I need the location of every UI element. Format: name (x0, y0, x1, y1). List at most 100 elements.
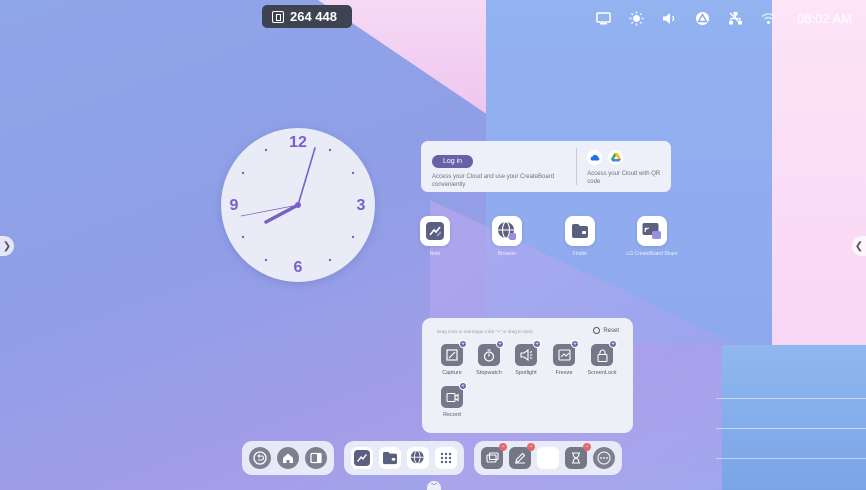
tool-capture[interactable]: + Capture (432, 340, 472, 376)
app-browser[interactable]: Browser (472, 216, 542, 257)
background-shape (722, 345, 866, 490)
browser-icon (410, 450, 424, 465)
add-to-dock-icon[interactable]: + (459, 340, 467, 348)
analog-clock-widget[interactable]: 12 3 6 9 (221, 128, 375, 282)
record-icon: + (441, 382, 467, 408)
clock-numeral-6: 6 (294, 259, 303, 276)
chevron-right-icon: ❯ (2, 240, 12, 252)
right-panel-handle[interactable]: ❮ (852, 236, 866, 256)
lock-icon: + (591, 340, 617, 366)
background-shape (772, 0, 866, 345)
remove-from-dock-icon[interactable]: − (583, 443, 591, 451)
dock-apps-group (344, 441, 464, 475)
more-icon (597, 451, 611, 465)
dock-empty-slot[interactable] (537, 447, 559, 469)
grid-icon (440, 452, 452, 464)
tool-label: Stopwatch (476, 370, 502, 376)
google-drive-icon[interactable] (608, 150, 624, 165)
stopwatch-icon: + (478, 340, 504, 366)
tools-panel: Drag tools to rearrange.Click "+" or dra… (422, 318, 633, 433)
dock-finder-button[interactable] (379, 447, 401, 469)
add-to-dock-icon[interactable]: + (571, 340, 579, 348)
dock-navigation-group (242, 441, 334, 475)
spotlight-icon: + (515, 340, 541, 366)
chevron-left-icon: ❮ (854, 240, 864, 252)
dock-screen-share-button[interactable]: − (481, 443, 507, 469)
network-hub-icon[interactable] (694, 10, 711, 27)
counter-icon (272, 10, 284, 23)
tool-screenlock[interactable]: + ScreenLock (582, 340, 622, 376)
cloud-description: Access your Cloud and use your CreateBoa… (432, 174, 555, 188)
folder-icon (565, 216, 595, 246)
add-to-dock-icon[interactable]: + (496, 340, 504, 348)
tool-label: Spotlight (515, 370, 537, 376)
note-app-icon (420, 216, 450, 246)
reset-icon (593, 327, 601, 334)
app-label: LG CreateBoard Share (626, 251, 678, 257)
login-button[interactable]: Log in (432, 155, 474, 168)
screen-share-app-icon (637, 216, 667, 246)
counter-value: 264 448 (290, 9, 337, 24)
tool-label: Freeze (555, 370, 573, 376)
recent-apps-icon (310, 452, 322, 464)
tool-label: ScreenLock (587, 370, 617, 376)
all-apps-button[interactable] (435, 447, 457, 469)
screen-share-icon[interactable] (595, 10, 612, 27)
clock-minute-hand (297, 147, 316, 206)
folder-icon (383, 451, 397, 465)
wifi-icon[interactable] (760, 10, 777, 27)
tool-label: Capture (442, 370, 462, 376)
dock-collapse-handle[interactable]: ﹀ (427, 481, 441, 490)
app-label: Finder (572, 251, 588, 257)
chevron-down-icon: ﹀ (430, 484, 437, 490)
volume-icon[interactable] (661, 10, 678, 27)
clock-numeral-9: 9 (230, 197, 239, 214)
back-icon (253, 451, 267, 465)
tool-spotlight[interactable]: + Spotlight (506, 340, 546, 376)
onedrive-icon[interactable] (587, 150, 603, 165)
usage-counter[interactable]: 264 448 (262, 5, 352, 28)
remove-from-dock-icon[interactable]: − (527, 443, 535, 451)
tool-label: Record (443, 412, 461, 418)
freeze-icon: + (553, 340, 579, 366)
dock-tools-group: − − − (474, 441, 622, 475)
tool-record[interactable]: + Record (432, 382, 472, 418)
more-button[interactable] (593, 447, 615, 469)
tool-freeze[interactable]: + Freeze (544, 340, 584, 376)
clock-numeral-12: 12 (289, 134, 307, 151)
app-finder[interactable]: Finder (545, 216, 615, 257)
back-button[interactable] (249, 447, 271, 469)
recent-apps-button[interactable] (305, 447, 327, 469)
hourglass-icon (572, 452, 580, 464)
brightness-icon[interactable] (628, 10, 645, 27)
reset-button[interactable]: Reset (593, 327, 619, 334)
app-note[interactable]: Note (400, 216, 470, 257)
cloud-login-section: Log in Access your Cloud and use your Cr… (421, 148, 578, 188)
home-icon (283, 453, 293, 463)
reset-label: Reset (603, 327, 619, 334)
dock-browser-button[interactable] (407, 447, 429, 469)
clock-time: 08:02 AM (797, 11, 852, 26)
add-to-dock-icon[interactable]: + (609, 340, 617, 348)
app-label: Browser (497, 251, 517, 257)
remove-from-dock-icon[interactable]: − (499, 443, 507, 451)
background-line (716, 428, 866, 429)
tool-stopwatch[interactable]: + Stopwatch (469, 340, 509, 376)
ethernet-disconnected-icon[interactable] (727, 10, 744, 27)
clock-center (295, 202, 301, 208)
cloud-login-card: Log in Access your Cloud and use your Cr… (421, 141, 671, 192)
dock-note-button[interactable] (351, 447, 373, 469)
left-panel-handle[interactable]: ❯ (0, 236, 14, 256)
capture-icon: + (441, 340, 467, 366)
screen-share-icon (485, 452, 499, 463)
add-to-dock-icon[interactable]: + (533, 340, 541, 348)
cloud-qr-section[interactable]: Access your Cloud with QR code (577, 148, 671, 185)
app-label: Note (429, 251, 441, 257)
home-button[interactable] (277, 447, 299, 469)
dock-pen-button[interactable]: − (509, 443, 535, 469)
dock-timer-button[interactable]: − (565, 443, 591, 469)
app-createboard-share[interactable]: LG CreateBoard Share (617, 216, 687, 257)
note-icon (354, 450, 370, 466)
cloud-qr-description: Access your Cloud with QR code (587, 171, 661, 185)
add-to-dock-icon[interactable]: + (459, 382, 467, 390)
